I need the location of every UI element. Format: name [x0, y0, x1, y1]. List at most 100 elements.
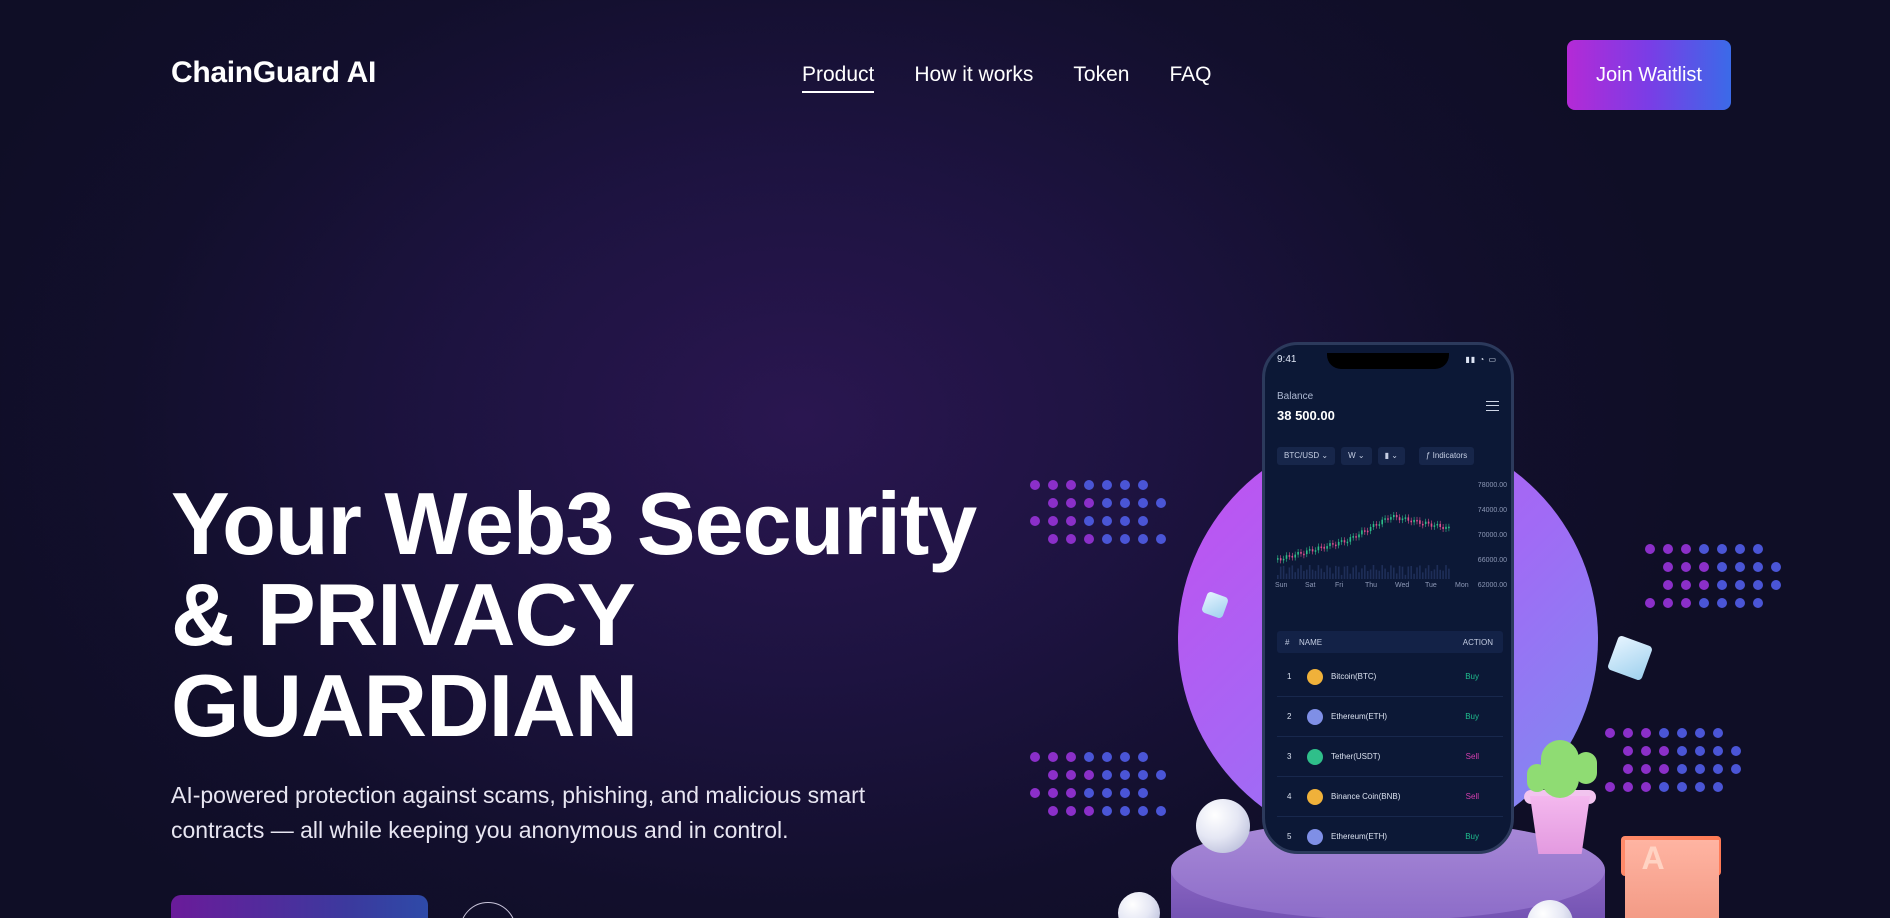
volume-bar: [1424, 568, 1427, 579]
volume-bar: [1340, 574, 1343, 579]
dot-decoration: [1713, 764, 1723, 774]
nav-link-token[interactable]: Token: [1073, 61, 1129, 93]
candle: [1424, 521, 1427, 524]
volume-bar: [1335, 565, 1337, 579]
volume-bar: [1372, 565, 1375, 579]
dot-decoration: [1048, 806, 1058, 816]
candle: [1378, 524, 1381, 526]
indicators-button[interactable]: ƒ Indicators: [1418, 447, 1475, 465]
dot-decoration: [1735, 544, 1745, 554]
row-coin-name: Ethereum(ETH): [1331, 712, 1388, 721]
nav-link-how-it-works[interactable]: How it works: [914, 61, 1033, 93]
dot-decoration: [1138, 806, 1148, 816]
dot-decoration: [1605, 728, 1615, 738]
balance-label: Balance: [1277, 391, 1314, 402]
candle: [1427, 521, 1430, 524]
table-row[interactable]: 3 Tether(USDT) Sell: [1277, 737, 1503, 777]
balance-value: 38 500.00: [1277, 408, 1335, 423]
dot-decoration: [1677, 728, 1687, 738]
row-coin-name: Tether(USDT): [1331, 752, 1381, 761]
cactus-arm-decoration: [1575, 752, 1597, 784]
dot-decoration: [1156, 498, 1166, 508]
dot-decoration: [1717, 544, 1727, 554]
volume-bar: [1326, 565, 1328, 579]
candle: [1361, 530, 1363, 535]
volume-bar: [1291, 565, 1294, 579]
candle: [1366, 530, 1369, 533]
x-tick-label: Sat: [1305, 582, 1316, 589]
row-coin-name: Ethereum(ETH): [1331, 832, 1388, 841]
join-waitlist-button[interactable]: Join Waitlist: [1567, 40, 1731, 110]
candle: [1381, 519, 1383, 525]
brand-logo[interactable]: ChainGuard AI: [171, 56, 376, 90]
volume-bar: [1381, 565, 1383, 579]
hamburger-menu-icon[interactable]: [1486, 401, 1499, 411]
table-row[interactable]: 4 Binance Coin(BNB) Sell: [1277, 777, 1503, 817]
table-row[interactable]: 2 Ethereum(ETH) Buy: [1277, 697, 1503, 737]
main-menu: Product How it works Token FAQ: [802, 61, 1211, 93]
row-action[interactable]: Sell: [1466, 792, 1479, 801]
volume-bar: [1430, 571, 1433, 579]
dot-decoration: [1138, 498, 1148, 508]
dot-decoration: [1735, 580, 1745, 590]
header-action: ACTION: [1462, 638, 1493, 647]
play-video-button[interactable]: [460, 902, 516, 918]
hero-primary-button[interactable]: [171, 895, 428, 918]
candle: [1410, 520, 1412, 523]
candle: [1329, 543, 1331, 547]
hero-title: Your Web3 Security & PRIVACY GUARDIAN: [171, 478, 1071, 751]
dot-decoration: [1066, 752, 1076, 762]
volume-bar: [1355, 565, 1357, 579]
coin-table: 1 Bitcoin(BTC) Buy 2 Ethereum(ETH) Buy 3…: [1277, 657, 1503, 851]
dot-decoration: [1084, 516, 1094, 526]
pair-selector[interactable]: BTC/USD ⌄: [1277, 447, 1336, 465]
coin-table-header: # NAME ACTION: [1277, 631, 1503, 653]
dot-decoration: [1735, 562, 1745, 572]
dot-decoration: [1753, 562, 1763, 572]
dot-decoration: [1659, 764, 1669, 774]
dot-decoration: [1663, 544, 1673, 554]
volume-bar: [1413, 573, 1415, 579]
row-action[interactable]: Buy: [1465, 672, 1479, 681]
dot-decoration: [1066, 806, 1076, 816]
volume-bar: [1308, 565, 1311, 579]
volume-bar: [1329, 567, 1331, 579]
volume-bar: [1346, 565, 1349, 579]
table-row[interactable]: 5 Ethereum(ETH) Buy: [1277, 817, 1503, 851]
dot-decoration: [1663, 562, 1673, 572]
candle: [1387, 518, 1389, 520]
candle: [1320, 546, 1323, 549]
row-action[interactable]: Buy: [1465, 712, 1479, 721]
candle-icon: ▮: [1384, 451, 1389, 460]
candle: [1442, 526, 1444, 529]
volume-bar: [1393, 567, 1395, 579]
candle: [1448, 526, 1450, 529]
nav-link-faq[interactable]: FAQ: [1169, 61, 1211, 93]
candle-type-selector[interactable]: ▮ ⌄: [1377, 447, 1405, 465]
row-action[interactable]: Buy: [1465, 832, 1479, 841]
volume-bar: [1358, 572, 1360, 579]
candle: [1433, 525, 1436, 527]
indicators-label: Indicators: [1432, 451, 1468, 460]
interval-selector[interactable]: W ⌄: [1341, 447, 1372, 465]
dot-decoration: [1066, 770, 1076, 780]
candle: [1358, 534, 1360, 538]
row-action[interactable]: Sell: [1466, 752, 1479, 761]
nav-link-product[interactable]: Product: [802, 61, 875, 93]
table-row[interactable]: 1 Bitcoin(BTC) Buy: [1277, 657, 1503, 697]
dot-decoration: [1066, 788, 1076, 798]
hero-title-line-1: Your Web3 Security: [171, 474, 977, 573]
dot-decoration: [1699, 562, 1709, 572]
volume-bar: [1378, 570, 1381, 579]
candle: [1332, 543, 1334, 545]
volume-bar: [1375, 569, 1378, 579]
candle: [1349, 537, 1352, 542]
volume-bar: [1390, 565, 1392, 579]
candle: [1401, 518, 1404, 521]
price-chart: 78000.00 74000.00 70000.00 66000.00 62000.00…: [1273, 479, 1507, 589]
volume-bar: [1282, 565, 1285, 579]
dot-decoration: [1717, 580, 1727, 590]
candle: [1297, 551, 1299, 555]
dot-decoration: [1753, 598, 1763, 608]
candle: [1317, 546, 1320, 551]
